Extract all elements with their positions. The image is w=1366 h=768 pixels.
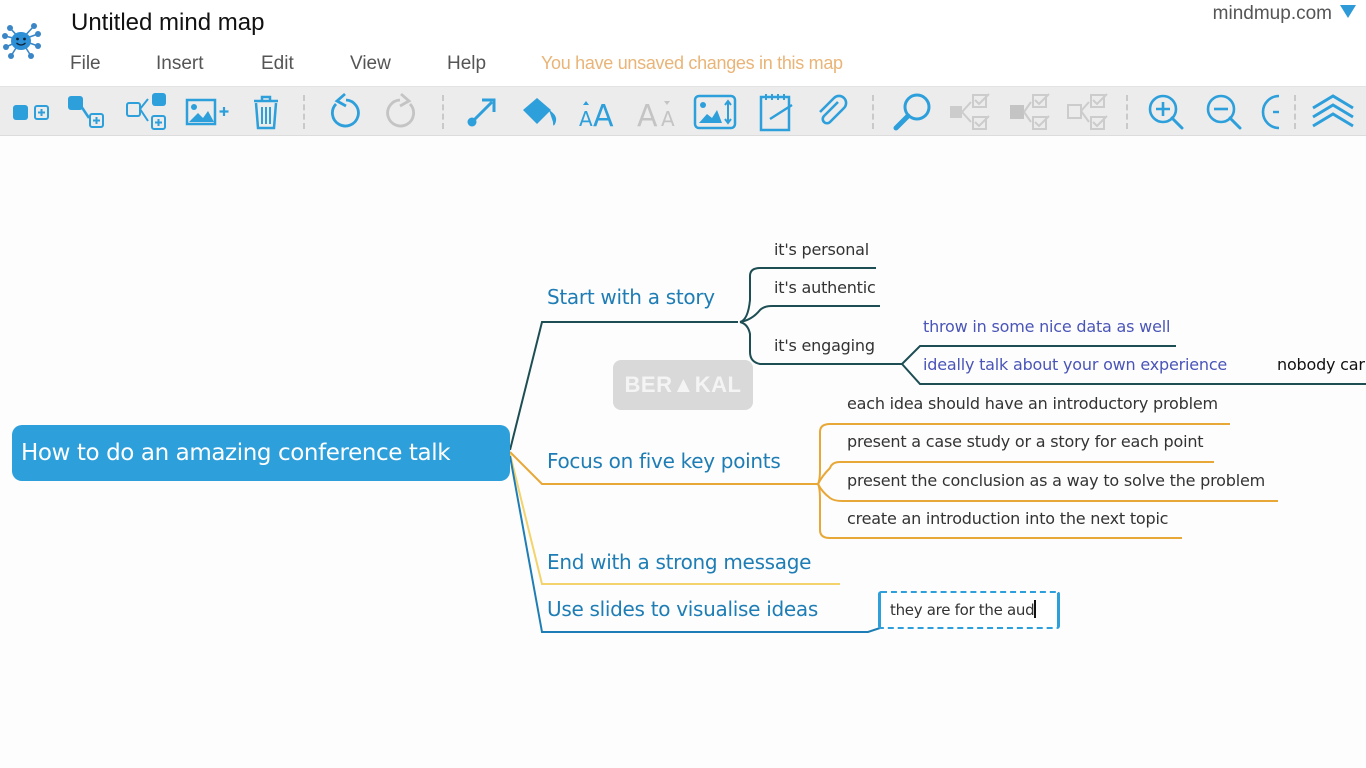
node-own-experience[interactable]: ideally talk about your own experience <box>923 355 1227 374</box>
svg-text:A: A <box>579 107 593 130</box>
tasks-filled-icon <box>1010 93 1050 130</box>
connect-icon <box>467 98 496 127</box>
tasks-icon <box>950 93 990 130</box>
decrease-font-button[interactable]: A A <box>634 91 682 133</box>
tasks-filled-button[interactable] <box>1006 91 1056 133</box>
toolbar-separator <box>1126 95 1128 129</box>
note-icon <box>759 94 793 132</box>
toolbar-separator <box>442 95 444 129</box>
redo-icon <box>386 92 415 128</box>
menu-bar: File Insert Edit View Help <box>70 53 541 75</box>
search-icon <box>893 93 931 131</box>
menu-file[interactable]: File <box>70 53 156 75</box>
attachment-icon <box>819 94 848 125</box>
trash-icon <box>254 95 278 130</box>
insert-image-icon <box>185 98 229 126</box>
text-caret <box>1034 600 1036 618</box>
collapse-toolbar-button[interactable] <box>1308 91 1358 133</box>
node-nobody-car[interactable]: nobody car <box>1277 355 1365 374</box>
search-button[interactable] <box>890 91 936 133</box>
map-title[interactable]: Untitled mind map <box>71 9 264 37</box>
image-resize-icon <box>693 94 737 130</box>
add-branch-icon <box>126 93 166 130</box>
node-color-button[interactable] <box>518 91 564 133</box>
node-case-study[interactable]: present a case study or a story for each… <box>847 432 1204 451</box>
root-node[interactable]: How to do an amazing conference talk <box>12 425 510 481</box>
app-header: Untitled mind map File Insert Edit View … <box>0 0 1366 86</box>
node-nice-data[interactable]: throw in some nice data as well <box>923 317 1170 336</box>
tasks-outline-button[interactable] <box>1064 91 1114 133</box>
menu-view[interactable]: View <box>350 53 447 75</box>
node-next-topic[interactable]: create an introduction into the next top… <box>847 509 1168 528</box>
caret-down-icon[interactable] <box>1340 5 1356 18</box>
add-child-button[interactable] <box>64 91 114 133</box>
node-focus-key-points[interactable]: Focus on five key points <box>547 449 781 473</box>
svg-text:A: A <box>593 99 614 130</box>
connect-button[interactable] <box>462 91 502 133</box>
zoom-out-icon <box>1206 94 1242 130</box>
increase-font-button[interactable]: A A <box>576 91 624 133</box>
node-edit-text: they are for the aud <box>890 601 1035 619</box>
add-branch-button[interactable] <box>124 91 172 133</box>
watermark: BER▲KAL <box>613 360 753 410</box>
node-conclusion[interactable]: present the conclusion as a way to solve… <box>847 471 1265 490</box>
node-use-slides[interactable]: Use slides to visualise ideas <box>547 597 818 621</box>
menu-edit[interactable]: Edit <box>261 53 350 75</box>
unsaved-changes-notice[interactable]: You have unsaved changes in this map <box>541 53 843 74</box>
delete-button[interactable] <box>246 91 286 133</box>
svg-text:A: A <box>661 107 675 130</box>
node-start-with-story[interactable]: Start with a story <box>547 285 715 309</box>
paint-bucket-icon <box>523 98 557 126</box>
note-button[interactable] <box>754 91 798 133</box>
font-decrease-icon: A A <box>637 99 675 130</box>
mindmup-logo-icon[interactable] <box>0 14 46 64</box>
node-edit-input[interactable]: they are for the aud <box>878 591 1060 629</box>
zoom-out-button[interactable] <box>1202 91 1248 133</box>
menu-help[interactable]: Help <box>447 53 541 75</box>
toolbar-separator <box>303 95 305 129</box>
undo-icon <box>331 92 360 128</box>
zoom-in-button[interactable] <box>1144 91 1190 133</box>
node-its-authentic[interactable]: it's authentic <box>774 278 876 297</box>
account-menu[interactable]: mindmup.com <box>1213 3 1332 25</box>
node-introductory-problem[interactable]: each idea should have an introductory pr… <box>847 394 1218 413</box>
node-strong-message[interactable]: End with a strong message <box>547 550 811 574</box>
collapse-icon <box>1261 94 1280 130</box>
zoom-in-icon <box>1148 94 1184 130</box>
undo-button[interactable] <box>322 91 366 133</box>
collapse-button[interactable] <box>1258 91 1288 133</box>
redo-button[interactable] <box>380 91 424 133</box>
add-sibling-button[interactable] <box>10 91 54 133</box>
toggle-tasks-button[interactable] <box>946 91 996 133</box>
node-its-personal[interactable]: it's personal <box>774 240 869 259</box>
svg-text:A: A <box>637 99 658 130</box>
toolbar-separator <box>872 95 874 129</box>
attachment-button[interactable] <box>812 91 852 133</box>
image-resize-button[interactable] <box>692 91 738 133</box>
insert-image-button[interactable] <box>184 91 232 133</box>
chevrons-up-icon <box>1312 94 1354 128</box>
toolbar: A A A A <box>0 86 1366 136</box>
menu-insert[interactable]: Insert <box>156 53 261 75</box>
font-increase-icon: A A <box>579 99 614 130</box>
node-its-engaging[interactable]: it's engaging <box>774 336 875 355</box>
tasks-outline-icon <box>1067 93 1108 130</box>
add-child-icon <box>68 96 104 128</box>
toolbar-separator <box>1294 95 1296 129</box>
add-sibling-icon <box>13 105 49 120</box>
